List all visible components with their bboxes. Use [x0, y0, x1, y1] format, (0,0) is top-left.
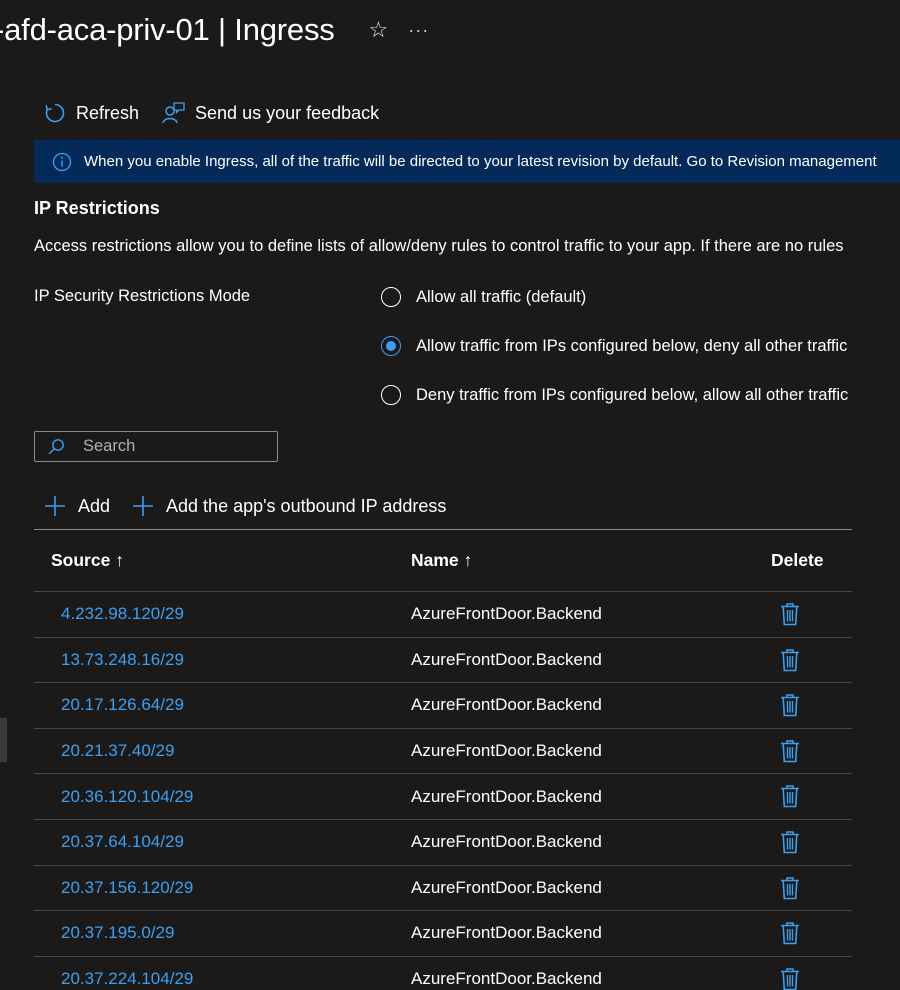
rule-actions-bar: Add Add the app's outbound IP address	[44, 491, 468, 521]
table-row: 20.36.120.104/29 AzureFrontDoor.Backend	[34, 774, 852, 820]
delete-button[interactable]	[780, 602, 800, 631]
table-header: Source ↑ Name ↑ Delete	[34, 530, 852, 592]
trash-icon	[781, 603, 799, 626]
feedback-button[interactable]: Send us your feedback	[161, 101, 379, 125]
table-body: 4.232.98.120/29 AzureFrontDoor.Backend 1…	[34, 592, 852, 990]
trash-icon	[781, 831, 799, 854]
ingress-page: -afd-aca-priv-01 | Ingress ☆ ··· Refresh…	[0, 0, 900, 990]
add-label: Add	[78, 495, 111, 516]
source-link[interactable]: 20.37.64.104/29	[61, 832, 184, 852]
radio-label: Allow all traffic (default)	[416, 287, 587, 306]
command-bar: Refresh Send us your feedback	[44, 98, 401, 128]
restrictions-mode-radio-group: Allow all traffic (default) Allow traffi…	[381, 284, 848, 431]
trash-icon	[781, 785, 799, 808]
rule-name: AzureFrontDoor.Backend	[411, 741, 602, 761]
delete-button[interactable]	[780, 876, 800, 905]
section-title: IP Restrictions	[34, 198, 160, 218]
delete-button[interactable]	[780, 739, 800, 768]
trash-icon	[781, 968, 799, 990]
add-outbound-ip-button[interactable]: Add the app's outbound IP address	[132, 495, 446, 517]
trash-icon	[781, 740, 799, 763]
table-row: 20.37.64.104/29 AzureFrontDoor.Backend	[34, 820, 852, 866]
section-description: Access restrictions allow you to define …	[34, 237, 844, 255]
rule-name: AzureFrontDoor.Backend	[411, 877, 602, 897]
delete-button[interactable]	[780, 967, 800, 990]
radio-label: Deny traffic from IPs configured below, …	[416, 385, 849, 404]
source-link[interactable]: 20.36.120.104/29	[61, 787, 193, 807]
table-row: 20.21.37.40/29 AzureFrontDoor.Backend	[34, 729, 852, 775]
banner-text: When you enable Ingress, all of the traf…	[84, 153, 877, 170]
plus-icon	[133, 496, 154, 516]
radio-button-selected[interactable]	[381, 336, 401, 356]
radio-label: Allow traffic from IPs configured below,…	[416, 336, 848, 355]
rule-name: AzureFrontDoor.Backend	[411, 695, 602, 715]
radio-button[interactable]	[381, 287, 401, 307]
column-header-delete: Delete	[771, 550, 824, 570]
source-link[interactable]: 20.37.224.104/29	[61, 969, 193, 989]
rule-name: AzureFrontDoor.Backend	[411, 604, 602, 624]
source-link[interactable]: 20.17.126.64/29	[61, 695, 184, 715]
table-row: 20.37.156.120/29 AzureFrontDoor.Backend	[34, 866, 852, 912]
search-box[interactable]	[34, 431, 278, 462]
radio-allow-all[interactable]: Allow all traffic (default)	[381, 284, 848, 310]
rule-name: AzureFrontDoor.Backend	[411, 923, 602, 943]
page-title: -afd-aca-priv-01 | Ingress	[0, 12, 335, 47]
delete-button[interactable]	[780, 830, 800, 859]
add-button[interactable]: Add	[44, 495, 110, 517]
source-link[interactable]: 4.232.98.120/29	[61, 604, 184, 624]
plus-icon	[45, 496, 65, 516]
rule-name: AzureFrontDoor.Backend	[411, 832, 602, 852]
delete-button[interactable]	[780, 648, 800, 677]
column-header-name[interactable]: Name ↑	[411, 550, 472, 571]
add-outbound-label: Add the app's outbound IP address	[166, 495, 447, 516]
info-icon	[52, 152, 72, 171]
delete-button[interactable]	[780, 921, 800, 950]
restrictions-mode-label: IP Security Restrictions Mode	[34, 287, 251, 305]
rule-name: AzureFrontDoor.Backend	[411, 649, 602, 669]
source-link[interactable]: 20.21.37.40/29	[61, 741, 174, 761]
delete-button[interactable]	[780, 693, 800, 722]
radio-deny-configured[interactable]: Deny traffic from IPs configured below, …	[381, 382, 848, 408]
radio-allow-configured[interactable]: Allow traffic from IPs configured below,…	[381, 333, 848, 359]
table-row: 20.37.195.0/29 AzureFrontDoor.Backend	[34, 911, 852, 957]
rule-name: AzureFrontDoor.Backend	[411, 969, 602, 989]
ip-rules-table: Source ↑ Name ↑ Delete 4.232.98.120/29 A…	[34, 529, 852, 990]
column-header-source[interactable]: Source ↑	[51, 550, 124, 571]
source-link[interactable]: 20.37.156.120/29	[61, 878, 193, 898]
scroll-indicator	[0, 718, 7, 762]
refresh-icon	[45, 103, 65, 123]
trash-icon	[781, 694, 799, 717]
trash-icon	[781, 922, 799, 945]
rule-name: AzureFrontDoor.Backend	[411, 786, 602, 806]
table-row: 4.232.98.120/29 AzureFrontDoor.Backend	[34, 592, 852, 638]
radio-button[interactable]	[381, 385, 401, 405]
ellipsis-icon[interactable]: ···	[408, 20, 429, 41]
star-icon[interactable]: ☆	[369, 17, 389, 43]
trash-icon	[781, 648, 799, 671]
table-row: 13.73.248.16/29 AzureFrontDoor.Backend	[34, 638, 852, 684]
refresh-button[interactable]: Refresh	[44, 102, 139, 124]
feedback-label: Send us your feedback	[195, 102, 380, 123]
trash-icon	[781, 876, 799, 899]
table-row: 20.17.126.64/29 AzureFrontDoor.Backend	[34, 683, 852, 729]
title-bar: -afd-aca-priv-01 | Ingress ☆ ···	[0, 8, 429, 52]
search-input[interactable]	[83, 437, 253, 456]
feedback-icon	[162, 102, 185, 124]
info-banner: When you enable Ingress, all of the traf…	[34, 140, 900, 183]
search-icon	[48, 438, 64, 454]
refresh-label: Refresh	[76, 102, 140, 123]
delete-button[interactable]	[780, 784, 800, 813]
source-link[interactable]: 13.73.248.16/29	[61, 650, 184, 670]
source-link[interactable]: 20.37.195.0/29	[61, 923, 174, 943]
table-row: 20.37.224.104/29 AzureFrontDoor.Backend	[34, 957, 852, 990]
